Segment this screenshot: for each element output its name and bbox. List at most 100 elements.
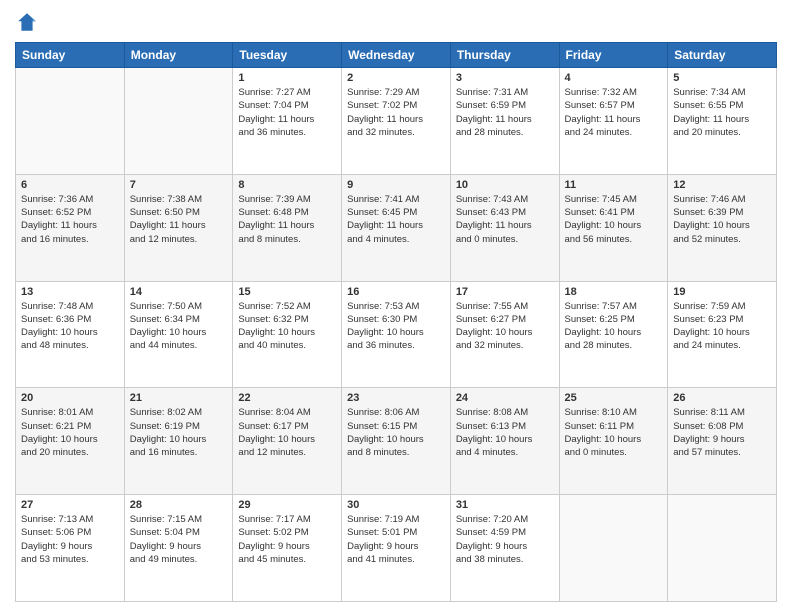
calendar-day: 18 Sunrise: 7:57 AM Sunset: 6:25 PM Dayli…	[559, 281, 668, 388]
day-info: Sunrise: 8:06 AM Sunset: 6:15 PM Dayligh…	[347, 406, 445, 459]
calendar-day: 23 Sunrise: 8:06 AM Sunset: 6:15 PM Dayli…	[342, 388, 451, 495]
calendar-day: 1 Sunrise: 7:27 AM Sunset: 7:04 PM Daylig…	[233, 68, 342, 175]
day-info: Sunrise: 7:50 AM Sunset: 6:34 PM Dayligh…	[130, 300, 228, 353]
calendar-header-saturday: Saturday	[668, 43, 777, 68]
day-info: Sunrise: 7:59 AM Sunset: 6:23 PM Dayligh…	[673, 300, 771, 353]
day-info: Sunrise: 7:39 AM Sunset: 6:48 PM Dayligh…	[238, 193, 336, 246]
calendar-week-5: 27Sunrise: 7:13 AM Sunset: 5:06 PM Dayli…	[16, 495, 777, 602]
day-info: Sunrise: 8:08 AM Sunset: 6:13 PM Dayligh…	[456, 406, 554, 459]
day-number: 19	[673, 286, 771, 298]
day-info: Sunrise: 7:41 AM Sunset: 6:45 PM Dayligh…	[347, 193, 445, 246]
day-info: Sunrise: 7:38 AM Sunset: 6:50 PM Dayligh…	[130, 193, 228, 246]
calendar-day: 3Sunrise: 7:31 AM Sunset: 6:59 PM Daylig…	[450, 68, 559, 175]
day-info: Sunrise: 7:46 AM Sunset: 6:39 PM Dayligh…	[673, 193, 771, 246]
calendar-day	[16, 68, 125, 175]
header	[15, 10, 777, 34]
calendar-day	[124, 68, 233, 175]
day-info: Sunrise: 7:31 AM Sunset: 6:59 PM Dayligh…	[456, 86, 554, 139]
calendar-header-sunday: Sunday	[16, 43, 125, 68]
day-info: Sunrise: 8:02 AM Sunset: 6:19 PM Dayligh…	[130, 406, 228, 459]
day-number: 14	[130, 286, 228, 298]
calendar-day	[559, 495, 668, 602]
day-number: 23	[347, 392, 445, 404]
day-number: 27	[21, 499, 119, 511]
calendar-day: 14 Sunrise: 7:50 AM Sunset: 6:34 PM Dayli…	[124, 281, 233, 388]
day-info: Sunrise: 7:19 AM Sunset: 5:01 PM Dayligh…	[347, 513, 445, 566]
calendar-day: 27Sunrise: 7:13 AM Sunset: 5:06 PM Dayli…	[16, 495, 125, 602]
calendar-day: 17 Sunrise: 7:55 AM Sunset: 6:27 PM Dayli…	[450, 281, 559, 388]
calendar-header-tuesday: Tuesday	[233, 43, 342, 68]
logo-icon	[15, 10, 39, 34]
calendar-day: 4 Sunrise: 7:32 AM Sunset: 6:57 PM Daylig…	[559, 68, 668, 175]
day-number: 30	[347, 499, 445, 511]
day-number: 15	[238, 286, 336, 298]
day-info: Sunrise: 7:29 AM Sunset: 7:02 PM Dayligh…	[347, 86, 445, 139]
day-info: Sunrise: 8:01 AM Sunset: 6:21 PM Dayligh…	[21, 406, 119, 459]
calendar-day: 10 Sunrise: 7:43 AM Sunset: 6:43 PM Dayli…	[450, 174, 559, 281]
day-number: 22	[238, 392, 336, 404]
day-info: Sunrise: 8:10 AM Sunset: 6:11 PM Dayligh…	[565, 406, 663, 459]
calendar-day: 26 Sunrise: 8:11 AM Sunset: 6:08 PM Dayli…	[668, 388, 777, 495]
calendar-header-wednesday: Wednesday	[342, 43, 451, 68]
day-info: Sunrise: 7:57 AM Sunset: 6:25 PM Dayligh…	[565, 300, 663, 353]
logo	[15, 10, 43, 34]
day-info: Sunrise: 7:15 AM Sunset: 5:04 PM Dayligh…	[130, 513, 228, 566]
calendar-day: 31 Sunrise: 7:20 AM Sunset: 4:59 PM Dayli…	[450, 495, 559, 602]
calendar-header-row: SundayMondayTuesdayWednesdayThursdayFrid…	[16, 43, 777, 68]
day-info: Sunrise: 7:48 AM Sunset: 6:36 PM Dayligh…	[21, 300, 119, 353]
calendar-day: 8 Sunrise: 7:39 AM Sunset: 6:48 PM Daylig…	[233, 174, 342, 281]
day-info: Sunrise: 7:32 AM Sunset: 6:57 PM Dayligh…	[565, 86, 663, 139]
calendar-week-2: 6 Sunrise: 7:36 AM Sunset: 6:52 PM Daylig…	[16, 174, 777, 281]
day-info: Sunrise: 7:27 AM Sunset: 7:04 PM Dayligh…	[238, 86, 336, 139]
day-number: 1	[238, 72, 336, 84]
page: SundayMondayTuesdayWednesdayThursdayFrid…	[0, 0, 792, 612]
day-info: Sunrise: 7:17 AM Sunset: 5:02 PM Dayligh…	[238, 513, 336, 566]
day-info: Sunrise: 8:11 AM Sunset: 6:08 PM Dayligh…	[673, 406, 771, 459]
day-number: 17	[456, 286, 554, 298]
day-info: Sunrise: 7:45 AM Sunset: 6:41 PM Dayligh…	[565, 193, 663, 246]
calendar-day: 12 Sunrise: 7:46 AM Sunset: 6:39 PM Dayli…	[668, 174, 777, 281]
calendar-day: 29 Sunrise: 7:17 AM Sunset: 5:02 PM Dayli…	[233, 495, 342, 602]
calendar-day: 9Sunrise: 7:41 AM Sunset: 6:45 PM Daylig…	[342, 174, 451, 281]
day-info: Sunrise: 7:43 AM Sunset: 6:43 PM Dayligh…	[456, 193, 554, 246]
day-number: 31	[456, 499, 554, 511]
day-number: 12	[673, 179, 771, 191]
day-number: 16	[347, 286, 445, 298]
day-number: 8	[238, 179, 336, 191]
day-number: 10	[456, 179, 554, 191]
calendar-day: 19 Sunrise: 7:59 AM Sunset: 6:23 PM Dayli…	[668, 281, 777, 388]
calendar-week-1: 1 Sunrise: 7:27 AM Sunset: 7:04 PM Daylig…	[16, 68, 777, 175]
day-info: Sunrise: 7:36 AM Sunset: 6:52 PM Dayligh…	[21, 193, 119, 246]
day-number: 7	[130, 179, 228, 191]
calendar-day: 21 Sunrise: 8:02 AM Sunset: 6:19 PM Dayli…	[124, 388, 233, 495]
calendar-day: 20Sunrise: 8:01 AM Sunset: 6:21 PM Dayli…	[16, 388, 125, 495]
calendar-day: 22Sunrise: 8:04 AM Sunset: 6:17 PM Dayli…	[233, 388, 342, 495]
day-info: Sunrise: 7:55 AM Sunset: 6:27 PM Dayligh…	[456, 300, 554, 353]
calendar-day: 24Sunrise: 8:08 AM Sunset: 6:13 PM Dayli…	[450, 388, 559, 495]
day-number: 4	[565, 72, 663, 84]
day-number: 21	[130, 392, 228, 404]
calendar-day: 6 Sunrise: 7:36 AM Sunset: 6:52 PM Daylig…	[16, 174, 125, 281]
day-number: 18	[565, 286, 663, 298]
day-number: 5	[673, 72, 771, 84]
day-info: Sunrise: 7:20 AM Sunset: 4:59 PM Dayligh…	[456, 513, 554, 566]
day-number: 6	[21, 179, 119, 191]
day-number: 13	[21, 286, 119, 298]
day-number: 11	[565, 179, 663, 191]
calendar-day: 11 Sunrise: 7:45 AM Sunset: 6:41 PM Dayli…	[559, 174, 668, 281]
day-info: Sunrise: 7:34 AM Sunset: 6:55 PM Dayligh…	[673, 86, 771, 139]
day-number: 2	[347, 72, 445, 84]
day-number: 25	[565, 392, 663, 404]
calendar-header-thursday: Thursday	[450, 43, 559, 68]
calendar-day: 15 Sunrise: 7:52 AM Sunset: 6:32 PM Dayli…	[233, 281, 342, 388]
calendar-day: 25 Sunrise: 8:10 AM Sunset: 6:11 PM Dayli…	[559, 388, 668, 495]
calendar: SundayMondayTuesdayWednesdayThursdayFrid…	[15, 42, 777, 602]
day-info: Sunrise: 7:52 AM Sunset: 6:32 PM Dayligh…	[238, 300, 336, 353]
calendar-week-4: 20Sunrise: 8:01 AM Sunset: 6:21 PM Dayli…	[16, 388, 777, 495]
calendar-day: 16Sunrise: 7:53 AM Sunset: 6:30 PM Dayli…	[342, 281, 451, 388]
day-number: 29	[238, 499, 336, 511]
calendar-week-3: 13 Sunrise: 7:48 AM Sunset: 6:36 PM Dayli…	[16, 281, 777, 388]
day-number: 26	[673, 392, 771, 404]
calendar-day	[668, 495, 777, 602]
calendar-day: 28Sunrise: 7:15 AM Sunset: 5:04 PM Dayli…	[124, 495, 233, 602]
